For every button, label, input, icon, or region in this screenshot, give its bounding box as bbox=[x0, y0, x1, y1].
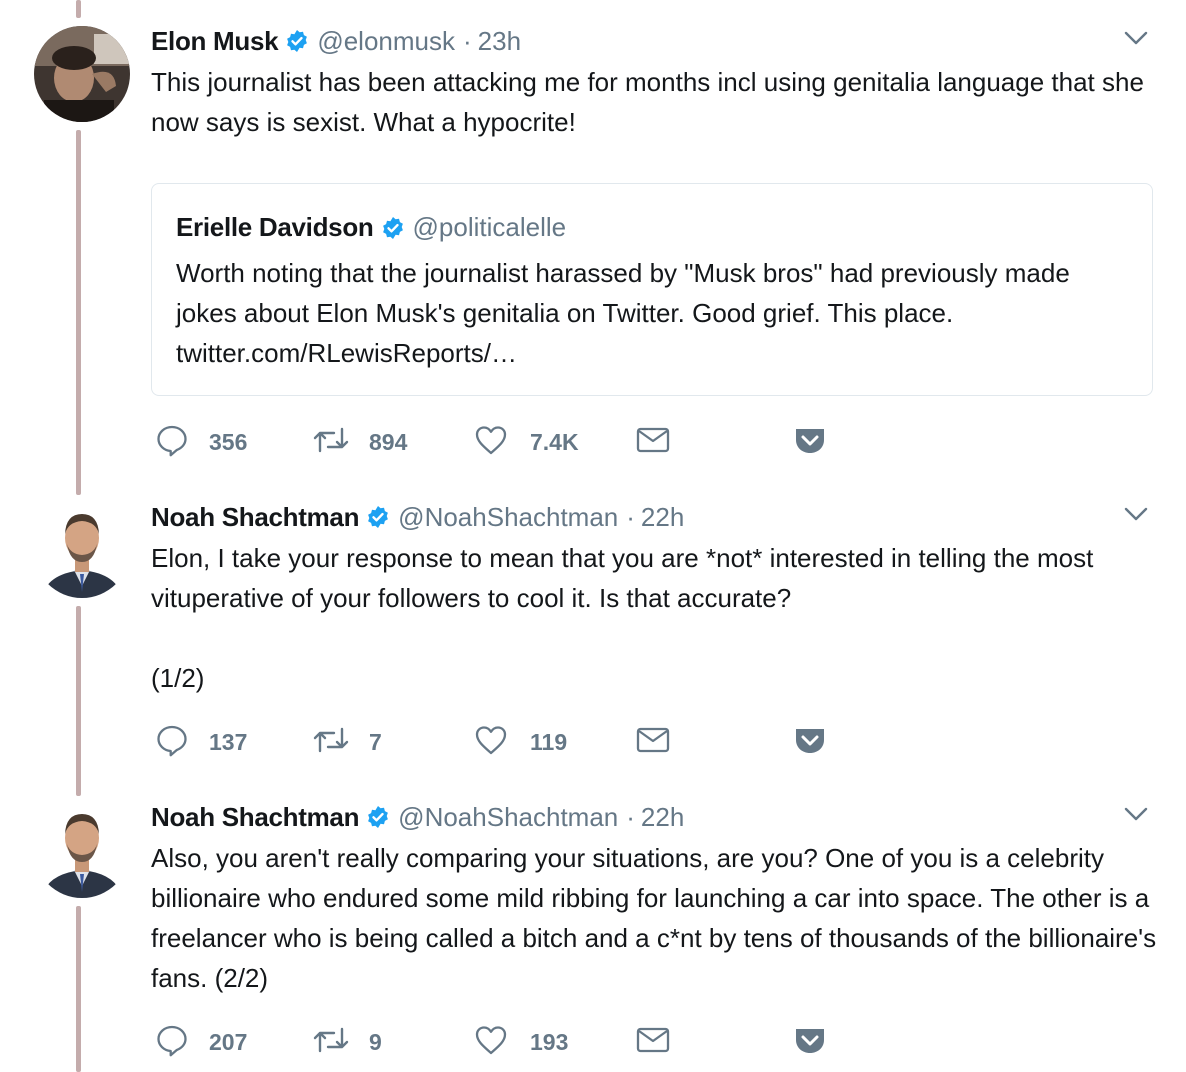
tweet-text: Also, you aren't really comparing your s… bbox=[151, 843, 1164, 993]
retweet-count: 9 bbox=[369, 1028, 382, 1055]
retweet-button[interactable]: 9 bbox=[312, 1024, 382, 1060]
display-name[interactable]: Noah Shachtman bbox=[151, 502, 359, 533]
reply-count: 207 bbox=[209, 1028, 248, 1055]
like-button[interactable]: 193 bbox=[474, 1024, 568, 1060]
tweet-actions: 356 894 7.4K bbox=[155, 424, 855, 460]
avatar[interactable] bbox=[34, 502, 130, 598]
envelope-icon bbox=[636, 426, 670, 459]
retweet-icon bbox=[312, 725, 350, 760]
avatar[interactable] bbox=[34, 802, 130, 898]
reply-button[interactable]: 356 bbox=[155, 424, 247, 460]
retweet-button[interactable]: 7 bbox=[312, 724, 382, 760]
direct-message-button[interactable] bbox=[636, 724, 670, 760]
pocket-icon bbox=[794, 1025, 826, 1060]
tweet-header: Elon Musk @elonmusk · 23h bbox=[151, 24, 521, 58]
verified-badge-icon bbox=[381, 216, 405, 240]
timestamp[interactable]: 22h bbox=[641, 802, 684, 833]
chevron-down-icon[interactable] bbox=[1124, 806, 1148, 827]
tweet[interactable]: Elon Musk @elonmusk · 23h This journalis… bbox=[0, 24, 1186, 464]
save-to-pocket-button[interactable] bbox=[794, 724, 826, 760]
save-to-pocket-button[interactable] bbox=[794, 424, 826, 460]
direct-message-button[interactable] bbox=[636, 1024, 670, 1060]
separator-dot: · bbox=[626, 501, 635, 532]
save-to-pocket-button[interactable] bbox=[794, 1024, 826, 1060]
like-button[interactable]: 7.4K bbox=[474, 424, 579, 460]
reply-icon bbox=[155, 423, 189, 462]
heart-icon bbox=[474, 424, 508, 461]
quoted-tweet-header: Erielle Davidson @politicalelle bbox=[176, 212, 566, 243]
reply-button[interactable]: 207 bbox=[155, 1024, 247, 1060]
retweet-count: 894 bbox=[369, 428, 408, 455]
verified-badge-icon bbox=[366, 805, 390, 829]
heart-icon bbox=[474, 724, 508, 761]
chevron-down-icon[interactable] bbox=[1124, 30, 1148, 51]
retweet-icon bbox=[312, 425, 350, 460]
tweet-header: Noah Shachtman @NoahShachtman · 22h bbox=[151, 500, 684, 534]
reply-icon bbox=[155, 723, 189, 762]
heart-icon bbox=[474, 1024, 508, 1061]
handle[interactable]: @NoahShachtman bbox=[398, 502, 618, 533]
retweet-count: 7 bbox=[369, 728, 382, 755]
separator-dot: · bbox=[463, 25, 472, 56]
like-count: 193 bbox=[530, 1028, 569, 1055]
display-name[interactable]: Elon Musk bbox=[151, 26, 279, 57]
quoted-tweet-text: Worth noting that the journalist harasse… bbox=[176, 258, 1078, 368]
reply-count: 137 bbox=[209, 728, 248, 755]
thread-line bbox=[76, 0, 81, 18]
envelope-icon bbox=[636, 726, 670, 759]
reply-button[interactable]: 137 bbox=[155, 724, 247, 760]
tweet-header: Noah Shachtman @NoahShachtman · 22h bbox=[151, 800, 684, 834]
avatar[interactable] bbox=[34, 26, 130, 122]
quoted-display-name: Erielle Davidson bbox=[176, 212, 374, 242]
like-count: 7.4K bbox=[530, 428, 579, 455]
handle[interactable]: @NoahShachtman bbox=[398, 802, 618, 833]
chevron-down-icon[interactable] bbox=[1124, 506, 1148, 527]
retweet-button[interactable]: 894 bbox=[312, 424, 407, 460]
quoted-tweet[interactable]: Erielle Davidson @politicalelle Worth no… bbox=[151, 183, 1153, 396]
reply-icon bbox=[155, 1023, 189, 1062]
direct-message-button[interactable] bbox=[636, 424, 670, 460]
separator-dot: · bbox=[626, 801, 635, 832]
tweet-text: This journalist has been attacking me fo… bbox=[151, 67, 1152, 137]
timestamp[interactable]: 22h bbox=[641, 502, 684, 533]
pocket-icon bbox=[794, 725, 826, 760]
tweet-actions: 137 7 119 bbox=[155, 724, 855, 760]
tweet[interactable]: Noah Shachtman @NoahShachtman · 22h Also… bbox=[0, 800, 1186, 1072]
verified-badge-icon bbox=[285, 29, 309, 53]
verified-badge-icon bbox=[366, 505, 390, 529]
retweet-icon bbox=[312, 1025, 350, 1060]
tweet-actions: 207 9 193 bbox=[155, 1024, 855, 1060]
timestamp[interactable]: 23h bbox=[478, 26, 521, 57]
display-name[interactable]: Noah Shachtman bbox=[151, 802, 359, 833]
like-count: 119 bbox=[530, 728, 568, 755]
like-button[interactable]: 119 bbox=[474, 724, 567, 760]
tweet[interactable]: Noah Shachtman @NoahShachtman · 22h Elon… bbox=[0, 500, 1186, 780]
handle[interactable]: @elonmusk bbox=[317, 26, 455, 57]
quoted-handle: @politicalelle bbox=[412, 212, 567, 242]
tweet-text: Elon, I take your response to mean that … bbox=[151, 543, 1094, 693]
reply-count: 356 bbox=[209, 428, 248, 455]
pocket-icon bbox=[794, 425, 826, 460]
envelope-icon bbox=[636, 1026, 670, 1059]
